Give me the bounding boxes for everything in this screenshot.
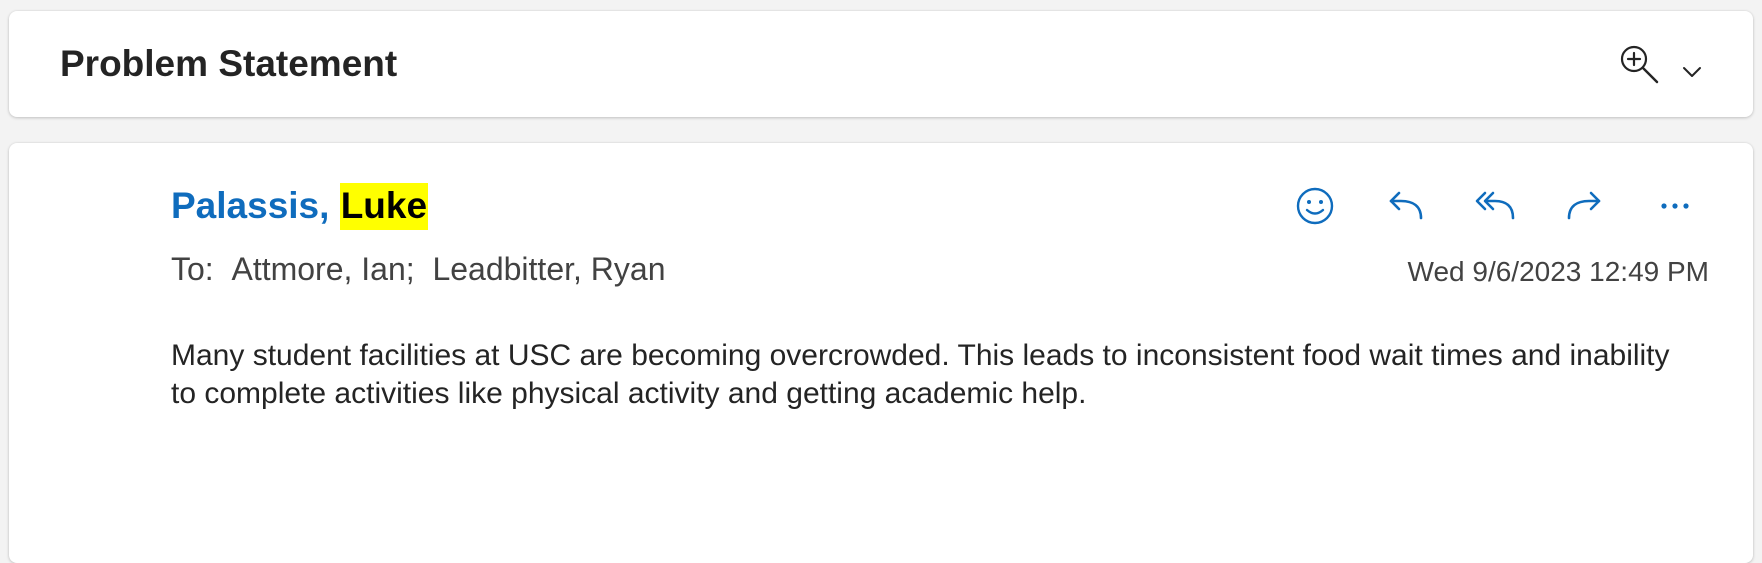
sender-name[interactable]: Palassis, Luke xyxy=(171,183,429,230)
reply-all-button[interactable] xyxy=(1464,179,1526,233)
sender-last-name: Palassis, xyxy=(171,185,340,226)
reply-icon xyxy=(1389,191,1423,220)
more-actions-icon xyxy=(1661,203,1689,209)
recipients-line: To: Attmore, Ian; Leadbitter, Ryan xyxy=(171,251,665,288)
more-actions-button[interactable] xyxy=(1644,179,1706,233)
email-subject: Problem Statement xyxy=(60,43,398,84)
reply-button[interactable] xyxy=(1374,179,1436,233)
forward-button[interactable] xyxy=(1554,179,1616,233)
subject-header: Problem Statement xyxy=(9,11,1753,117)
emoji-reaction-icon xyxy=(1296,187,1334,225)
emoji-reaction-button[interactable] xyxy=(1284,179,1346,233)
to-label: To: xyxy=(171,251,214,287)
recipient-attmore-ian[interactable]: Attmore, Ian; xyxy=(231,251,414,287)
chevron-down-icon[interactable] xyxy=(1681,61,1703,83)
message-actions xyxy=(1284,179,1706,233)
zoom-in-icon[interactable] xyxy=(1617,42,1661,86)
recipient-leadbitter-ryan[interactable]: Leadbitter, Ryan xyxy=(432,251,665,287)
sent-date: Wed 9/6/2023 12:49 PM xyxy=(1407,256,1709,287)
sender-first-name-highlighted: Luke xyxy=(339,183,429,230)
message-card: Palassis, Luke To: Attmore, Ian; Leadbit… xyxy=(9,143,1753,563)
forward-icon xyxy=(1567,191,1601,220)
message-body: Many student facilities at USC are becom… xyxy=(171,339,1670,410)
reply-all-icon xyxy=(1475,191,1515,220)
